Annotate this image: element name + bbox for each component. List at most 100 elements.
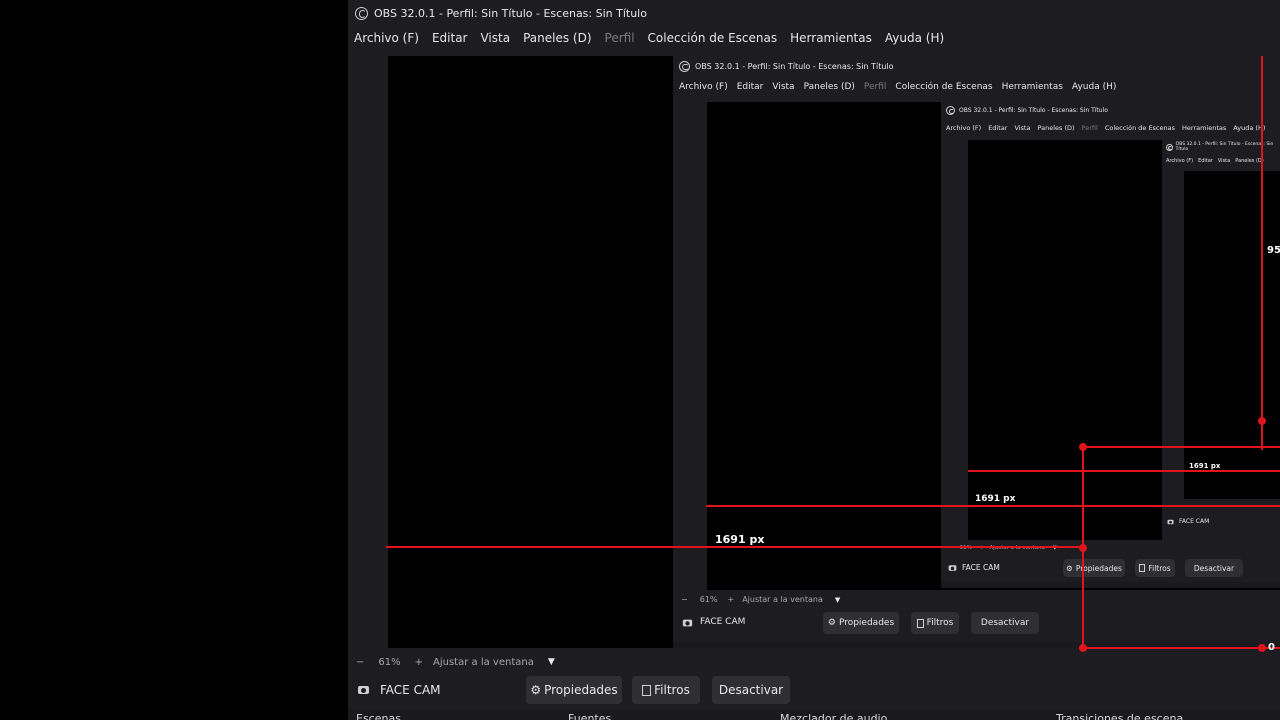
nested-source-name-3: FACE CAM xyxy=(1179,518,1210,525)
nested-zoom-in-1[interactable]: + xyxy=(727,595,734,604)
zoom-in-button[interactable]: + xyxy=(415,657,423,668)
deactivate-label: Desactivar xyxy=(718,683,784,697)
selection-box-bottom xyxy=(1083,647,1280,649)
menu-bar: Archivo (F) Editar Vista Paneles (D) Per… xyxy=(348,28,1280,48)
handle-bottom-left[interactable] xyxy=(1079,644,1087,652)
gear-icon: ⚙ xyxy=(530,683,542,697)
nested-properties-label-1: Propiedades xyxy=(838,618,895,628)
nested-menu-archivo-1[interactable]: Archivo (F) xyxy=(679,82,728,92)
nested-zoom-dropdown-icon-1[interactable]: ▼ xyxy=(835,596,840,604)
nested-properties-button-2[interactable]: ⚙ Propiedades xyxy=(1063,559,1125,577)
nested-filter-icon-2 xyxy=(1139,564,1146,572)
menu-ayuda[interactable]: Ayuda (H) xyxy=(885,31,944,45)
nested-menu-paneles-2[interactable]: Paneles (D) xyxy=(1037,124,1074,132)
obs-logo-icon xyxy=(355,6,368,20)
nested-context-bar-2: FACE CAM ⚙ Propiedades Filtros Desactivar xyxy=(941,559,1280,577)
height-guide-line xyxy=(1261,56,1263,450)
nested-menu-paneles-3[interactable]: Paneles (D) xyxy=(1235,158,1264,164)
nested-menu-editar-1[interactable]: Editar xyxy=(737,82,764,92)
zoom-bar: − 61% + Ajustar a la ventana ▼ xyxy=(348,652,1280,672)
nested-source-name-2: FACE CAM xyxy=(962,563,1000,572)
dock-transiciones[interactable]: Transiciones de escena xyxy=(1056,712,1183,720)
nested-deactivate-label-1: Desactivar xyxy=(980,618,1030,628)
nested-filters-label-1: Filtros xyxy=(926,618,954,628)
zoom-dropdown-icon[interactable]: ▼ xyxy=(548,657,555,667)
handle-mid-left[interactable] xyxy=(1079,544,1087,552)
nested-filters-button-1[interactable]: Filtros xyxy=(911,612,959,634)
nested-obs-logo-icon-1 xyxy=(679,60,690,72)
width-label-1: 1691 px xyxy=(715,533,765,546)
filters-button[interactable]: Filtros xyxy=(632,676,700,704)
filter-icon xyxy=(642,684,652,696)
nested-docks-2 xyxy=(941,582,1280,588)
deactivate-button[interactable]: Desactivar xyxy=(712,676,790,704)
nested-menu-paneles-1[interactable]: Paneles (D) xyxy=(804,82,855,92)
nested-menu-perfil-1: Perfil xyxy=(863,82,887,92)
nested-menu-editar-3[interactable]: Editar xyxy=(1198,158,1213,164)
filters-label: Filtros xyxy=(654,683,690,697)
nested-source-name-1: FACE CAM xyxy=(700,617,746,627)
nested-filters-label-2: Filtros xyxy=(1148,563,1171,573)
camera-icon xyxy=(358,686,369,694)
nested-title-bar-2: OBS 32.0.1 - Perfil: Sin Título - Escena… xyxy=(941,102,1280,119)
nested-deactivate-button-1[interactable]: Desactivar xyxy=(971,612,1039,634)
dock-escenas[interactable]: Escenas xyxy=(356,712,401,720)
title-bar: OBS 32.0.1 - Perfil: Sin Título - Escena… xyxy=(348,0,1280,26)
nested-title-bar-1: OBS 32.0.1 - Perfil: Sin Título - Escena… xyxy=(673,56,1280,76)
handle-bottom-right[interactable] xyxy=(1258,644,1266,652)
handle-right-edge[interactable] xyxy=(1258,417,1266,425)
nested-menu-ayuda-1[interactable]: Ayuda (H) xyxy=(1072,82,1116,92)
nested-menu-vista-2[interactable]: Vista xyxy=(1014,124,1030,132)
nested-menu-coleccion-2[interactable]: Colección de Escenas xyxy=(1105,124,1175,132)
width-label-3: 1691 px xyxy=(1189,462,1221,470)
nested-obs-logo-icon-3 xyxy=(1166,143,1173,151)
properties-label: Propiedades xyxy=(544,683,618,697)
nested-menu-vista-3[interactable]: Vista xyxy=(1218,158,1230,164)
nested-obs-logo-icon-2 xyxy=(946,106,955,115)
nested-menu-coleccion-1[interactable]: Colección de Escenas xyxy=(895,82,992,92)
width-guide-line-2 xyxy=(706,505,1280,507)
nested-menu-vista-1[interactable]: Vista xyxy=(772,82,794,92)
properties-button[interactable]: ⚙ Propiedades xyxy=(526,676,622,704)
nested-camera-icon-3 xyxy=(1167,519,1174,525)
nested-menu-editar-2[interactable]: Editar xyxy=(988,124,1007,132)
nested-menu-archivo-2[interactable]: Archivo (F) xyxy=(946,124,981,132)
nested-menu-bar-1: Archivo (F) Editar Vista Paneles (D) Per… xyxy=(673,79,1280,95)
nested-window-title-2: OBS 32.0.1 - Perfil: Sin Título - Escena… xyxy=(959,107,1108,114)
nested-menu-herramientas-2[interactable]: Herramientas xyxy=(1182,124,1226,132)
nested-menu-bar-2: Archivo (F) Editar Vista Paneles (D) Per… xyxy=(941,121,1280,134)
nested-gear-icon-1: ⚙ xyxy=(827,618,836,628)
menu-coleccion-escenas[interactable]: Colección de Escenas xyxy=(648,31,778,45)
nested-properties-button-1[interactable]: ⚙ Propiedades xyxy=(823,612,899,634)
dock-mezclador[interactable]: Mezclador de audio xyxy=(780,712,887,720)
dock-fuentes[interactable]: Fuentes xyxy=(568,712,611,720)
selection-box-top xyxy=(1083,446,1280,448)
menu-herramientas[interactable]: Herramientas xyxy=(790,31,872,45)
context-bar: FACE CAM ⚙ Propiedades Filtros Desactivar xyxy=(348,676,1280,704)
nested-filters-button-2[interactable]: Filtros xyxy=(1135,559,1175,577)
handle-top-left[interactable] xyxy=(1079,443,1087,451)
width-guide-line-3 xyxy=(968,470,1280,472)
nested-gear-icon-2: ⚙ xyxy=(1066,563,1073,573)
menu-archivo[interactable]: Archivo (F) xyxy=(354,31,419,45)
nested-deactivate-button-2[interactable]: Desactivar xyxy=(1185,559,1243,577)
zoom-out-button[interactable]: − xyxy=(356,657,364,668)
nested-fit-1[interactable]: Ajustar a la ventana xyxy=(742,595,823,604)
nested-window-title-3: OBS 32.0.1 - Perfil: Sin Título - Escena… xyxy=(1175,142,1274,152)
height-label-partial: 95 xyxy=(1267,245,1280,256)
nested-filter-icon-1 xyxy=(916,618,924,628)
menu-editar[interactable]: Editar xyxy=(432,31,468,45)
nested-camera-icon-1 xyxy=(682,619,693,627)
nested-context-bar-1: FACE CAM ⚙ Propiedades Filtros Desactivar xyxy=(673,612,1280,634)
nested-menu-archivo-3[interactable]: Archivo (F) xyxy=(1166,158,1193,164)
nested-zoom-out-1[interactable]: − xyxy=(681,595,688,604)
nested-menu-perfil-2: Perfil xyxy=(1081,123,1098,132)
fit-window-button[interactable]: Ajustar a la ventana xyxy=(433,657,534,668)
window-title: OBS 32.0.1 - Perfil: Sin Título - Escena… xyxy=(374,6,647,20)
nested-menu-herramientas-1[interactable]: Herramientas xyxy=(1002,82,1063,92)
source-name: FACE CAM xyxy=(380,683,441,697)
nested-window-title-1: OBS 32.0.1 - Perfil: Sin Título - Escena… xyxy=(695,61,894,71)
menu-perfil: Perfil xyxy=(604,31,635,45)
menu-vista[interactable]: Vista xyxy=(480,31,510,45)
menu-paneles[interactable]: Paneles (D) xyxy=(523,31,591,45)
